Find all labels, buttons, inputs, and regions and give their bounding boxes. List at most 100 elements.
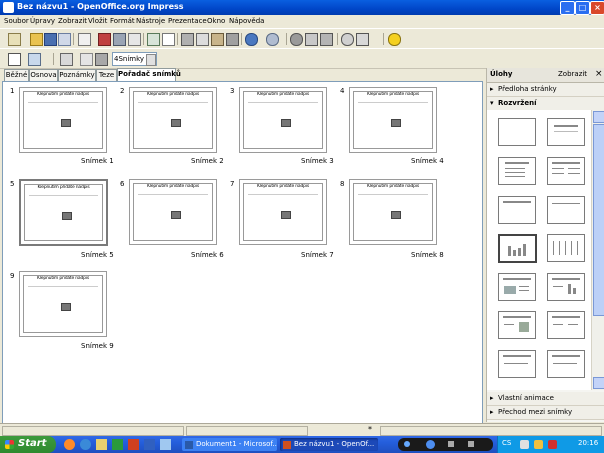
maximize-button[interactable]: □ <box>575 1 590 15</box>
menu-nastroje[interactable]: Nástroje <box>136 17 165 25</box>
format-paintbrush-icon[interactable] <box>226 33 239 46</box>
ie-icon[interactable] <box>80 439 91 450</box>
task-pane-view-menu[interactable]: Zobrazit <box>558 70 587 78</box>
folder-icon[interactable] <box>96 439 107 450</box>
layout-centered-text[interactable] <box>547 196 585 224</box>
save-icon[interactable] <box>44 33 57 46</box>
section-slide-transition[interactable]: ▸ Přechod mezi snímky <box>487 406 604 420</box>
scroll-down-icon[interactable] <box>593 377 604 389</box>
firefox-icon[interactable] <box>64 439 75 450</box>
layout-title-content[interactable] <box>498 157 536 185</box>
slide-thumbnail[interactable]: Klepnutím přidáte nadpis <box>129 87 217 153</box>
menu-zobrazit[interactable]: Zobrazit <box>58 17 87 25</box>
open-folder-icon[interactable] <box>30 33 43 46</box>
menu-soubor[interactable]: Soubor <box>4 17 29 25</box>
next-icon[interactable] <box>468 441 474 447</box>
task-pane-header: Úlohy Zobrazit × <box>487 68 604 83</box>
clock[interactable]: 20:16 <box>578 439 598 447</box>
show-desktop-icon[interactable] <box>160 439 171 450</box>
spin-arrows-icon[interactable] <box>146 54 156 66</box>
stop-icon[interactable] <box>448 441 454 447</box>
task-pane-close-icon[interactable]: × <box>595 69 603 79</box>
slide-transition-icon[interactable] <box>60 53 73 66</box>
tray-icon[interactable] <box>548 440 557 449</box>
play-icon[interactable] <box>404 441 410 447</box>
new-doc-icon[interactable] <box>8 33 21 46</box>
scroll-thumb[interactable] <box>593 124 604 316</box>
menu-format[interactable]: Formát <box>110 17 135 25</box>
autospell-icon[interactable] <box>162 33 175 46</box>
section-label: Rozvržení <box>498 99 537 107</box>
zoom-icon[interactable] <box>356 33 369 46</box>
layout-two-content[interactable] <box>547 157 585 185</box>
slide-thumbnail[interactable]: Klepnutím přidáte nadpis <box>349 87 437 153</box>
copy-icon[interactable] <box>196 33 209 46</box>
slide-show-icon[interactable] <box>28 53 41 66</box>
menu-napoveda[interactable]: Nápověda <box>229 17 264 25</box>
layout-scrollbar[interactable] <box>591 110 604 390</box>
spellcheck-icon[interactable] <box>147 33 160 46</box>
tray-icon[interactable] <box>520 440 529 449</box>
tab-poradac-snimku[interactable]: Pořadač snímků <box>117 68 181 82</box>
slide-thumbnail[interactable]: Klepnutím přidáte nadpis <box>239 179 327 245</box>
navigator-icon[interactable] <box>341 33 354 46</box>
minimize-button[interactable]: _ <box>560 1 575 15</box>
menu-vlozit[interactable]: Vložit <box>88 17 107 25</box>
layout-chart-text[interactable] <box>498 273 536 301</box>
media-player-icon[interactable] <box>112 439 123 450</box>
layout-text-object[interactable] <box>547 311 585 339</box>
print-icon[interactable] <box>113 33 126 46</box>
menu-upravy[interactable]: Úpravy <box>30 17 55 25</box>
slide-thumbnail[interactable]: Klepnutím přidáte nadpis <box>19 87 107 153</box>
slide-object-icon <box>61 119 71 127</box>
slide-thumbnail[interactable]: Klepnutím přidáte nadpis <box>349 179 437 245</box>
section-layouts[interactable]: ▾ Rozvržení <box>487 97 604 110</box>
close-button[interactable]: × <box>590 1 604 15</box>
layout-text-clipart[interactable] <box>498 311 536 339</box>
layout-title-text[interactable] <box>498 196 536 224</box>
taskbar-word-button[interactable]: Dokument1 - Microsof... <box>182 438 277 451</box>
chevron-right-icon: ▸ <box>490 408 494 416</box>
menu-okno[interactable]: Okno <box>207 17 225 25</box>
media-controls[interactable] <box>398 438 493 451</box>
chart-icon[interactable] <box>290 33 303 46</box>
menu-prezentace[interactable]: Prezentace <box>168 17 207 25</box>
slide-thumbnail[interactable]: Klepnutím přidáte nadpis <box>19 271 107 337</box>
redo-icon[interactable] <box>266 33 279 46</box>
section-custom-animation[interactable]: ▸ Vlastní animace <box>487 392 604 406</box>
layout-title-chart-selected[interactable] <box>498 234 537 263</box>
layout-text-chart[interactable] <box>547 273 585 301</box>
help-icon[interactable] <box>388 33 401 46</box>
table-icon[interactable] <box>305 33 318 46</box>
hide-slide-icon[interactable] <box>80 53 93 66</box>
layout-title-table[interactable] <box>547 234 585 262</box>
taskbar-impress-button[interactable]: Bez názvu1 - OpenOf... <box>280 438 378 451</box>
language-indicator[interactable]: CS <box>502 439 511 447</box>
edit-file-icon[interactable] <box>78 33 91 46</box>
layout-object-text[interactable] <box>547 350 585 378</box>
select-arrow-icon[interactable] <box>8 53 21 66</box>
undo-icon[interactable] <box>245 33 258 46</box>
scroll-up-icon[interactable] <box>593 111 604 123</box>
show-draw-functions-icon[interactable] <box>320 33 333 46</box>
show-slide-icon[interactable] <box>95 53 108 66</box>
status-bar: * <box>0 423 604 437</box>
email-icon[interactable] <box>58 33 71 46</box>
section-master-pages[interactable]: ▸ Předloha stránky <box>487 83 604 97</box>
page-preview-icon[interactable] <box>128 33 141 46</box>
slide-thumbnail[interactable]: Klepnutím přidáte nadpis <box>239 87 327 153</box>
paste-icon[interactable] <box>211 33 224 46</box>
slide-thumbnail[interactable]: Klepnutím přidáte nadpis <box>129 179 217 245</box>
slide-thumbnail-selected[interactable]: Klepnutím přidáte nadpis <box>19 179 108 246</box>
tray-icon[interactable] <box>534 440 543 449</box>
pdf-icon[interactable] <box>98 33 111 46</box>
start-button[interactable]: Start <box>0 436 56 453</box>
quicklaunch-icon[interactable] <box>144 439 155 450</box>
layout-title-only[interactable] <box>547 118 585 146</box>
layout-title-two-text[interactable] <box>498 350 536 378</box>
quicklaunch-icon[interactable] <box>128 439 139 450</box>
cut-icon[interactable] <box>181 33 194 46</box>
layout-blank[interactable] <box>498 118 536 146</box>
standard-toolbar <box>0 28 604 49</box>
pause-icon[interactable] <box>426 440 435 449</box>
